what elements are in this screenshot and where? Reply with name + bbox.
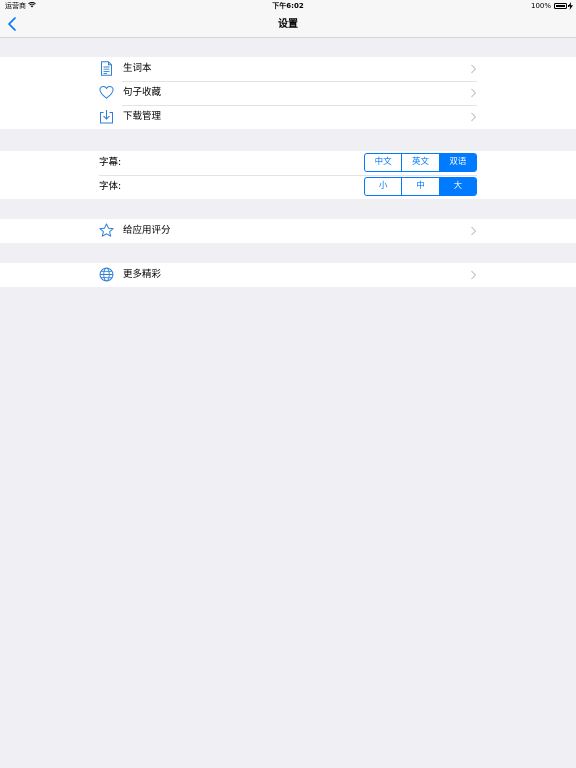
section-display-settings: 字幕: 中文 英文 双语 字体: 小 中 大 — [0, 151, 576, 199]
font-option-small[interactable]: 小 — [365, 178, 401, 195]
subtitle-option-english[interactable]: 英文 — [401, 154, 438, 171]
subtitle-segmented-control: 中文 英文 双语 — [364, 153, 477, 172]
subtitle-option-chinese[interactable]: 中文 — [365, 154, 401, 171]
page-title: 设置 — [278, 19, 298, 30]
row-more-content[interactable]: 更多精彩 — [0, 263, 576, 287]
status-bar: 运营商 下午6:02 100% — [0, 0, 576, 12]
chevron-right-icon — [471, 64, 477, 74]
document-icon — [101, 61, 112, 76]
section-more: 更多精彩 — [0, 263, 576, 287]
row-font-setting: 字体: 小 中 大 — [0, 175, 576, 199]
charging-icon — [568, 2, 573, 10]
row-sentence-favorites[interactable]: 句子收藏 — [0, 81, 576, 105]
row-download-manager[interactable]: 下载管理 — [0, 105, 576, 129]
row-vocabulary-book[interactable]: 生词本 — [0, 57, 576, 81]
chevron-right-icon — [471, 88, 477, 98]
row-subtitle-setting: 字幕: 中文 英文 双语 — [0, 151, 576, 175]
row-label: 更多精彩 — [123, 269, 162, 280]
battery-icon — [554, 3, 569, 9]
download-icon — [100, 110, 113, 124]
font-label: 字体: — [99, 181, 122, 192]
navigation-bar: 设置 — [0, 12, 576, 38]
subtitle-option-bilingual[interactable]: 双语 — [438, 154, 476, 171]
section-rate: 给应用评分 — [0, 219, 576, 243]
chevron-right-icon — [471, 226, 477, 236]
font-option-medium[interactable]: 中 — [401, 178, 438, 195]
font-size-segmented-control: 小 中 大 — [364, 177, 477, 196]
globe-icon — [99, 267, 114, 282]
row-rate-app[interactable]: 给应用评分 — [0, 219, 576, 243]
font-option-large[interactable]: 大 — [438, 178, 476, 195]
row-label: 生词本 — [123, 63, 152, 74]
row-label: 句子收藏 — [123, 87, 162, 98]
section-library: 生词本 句子收藏 下载管理 — [0, 57, 576, 129]
row-label: 给应用评分 — [123, 225, 171, 236]
row-label: 下载管理 — [123, 111, 162, 122]
battery-percentage: 100% — [530, 2, 551, 10]
chevron-right-icon — [471, 270, 477, 280]
star-icon — [99, 223, 114, 237]
status-time: 下午6:02 — [272, 2, 304, 10]
chevron-right-icon — [471, 112, 477, 122]
subtitle-label: 字幕: — [99, 157, 122, 168]
heart-icon — [99, 85, 114, 99]
